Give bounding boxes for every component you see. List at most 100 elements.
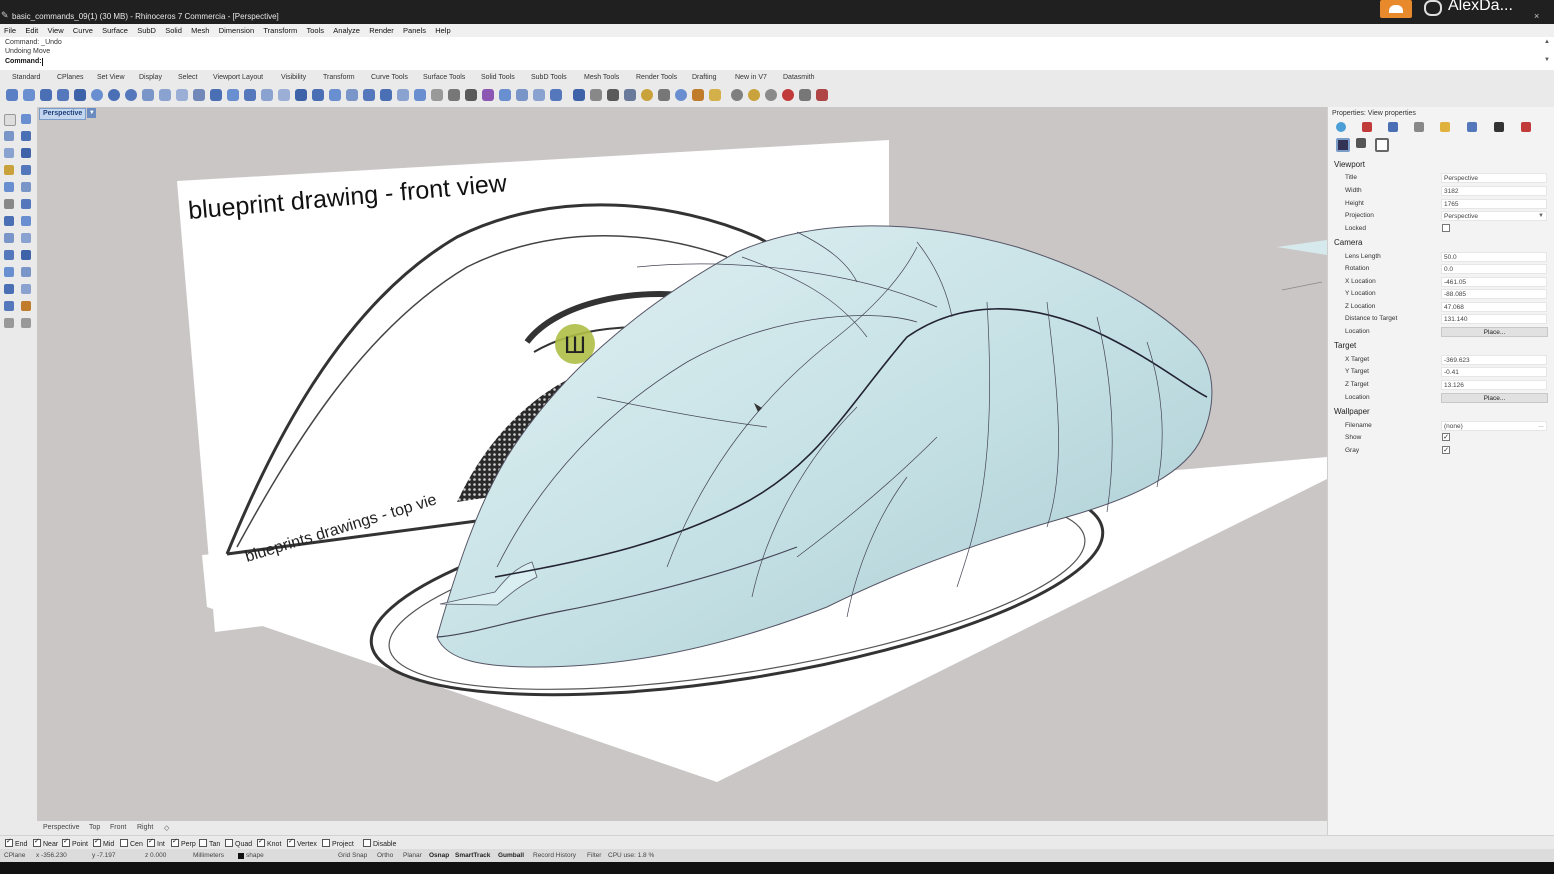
- tab-subd-tools[interactable]: SubD Tools: [531, 74, 567, 81]
- patch-tool-icon[interactable]: [295, 89, 307, 101]
- tab-standard[interactable]: Standard: [12, 74, 40, 81]
- osnap-quad[interactable]: Quad: [225, 839, 252, 848]
- scroll-down-icon[interactable]: ▼: [1544, 57, 1550, 63]
- osnap-knot[interactable]: Knot: [257, 837, 281, 848]
- tab-transform[interactable]: Transform: [323, 74, 355, 81]
- surface-tool-icon[interactable]: [4, 216, 14, 226]
- tab-surface-tools[interactable]: Surface Tools: [423, 74, 465, 81]
- text-tool-icon[interactable]: [4, 250, 14, 260]
- offset-tool-icon[interactable]: [21, 199, 31, 209]
- dimension-tool-icon[interactable]: [550, 89, 562, 101]
- tab-select[interactable]: Select: [178, 74, 197, 81]
- copy-tool-icon[interactable]: [465, 89, 477, 101]
- title-field[interactable]: Perspective: [1441, 173, 1547, 183]
- height-field[interactable]: 1765: [1441, 199, 1547, 209]
- snap-tool-icon[interactable]: [607, 89, 619, 101]
- array-tool-icon[interactable]: [21, 267, 31, 277]
- analyze-tool-icon[interactable]: [624, 89, 636, 101]
- texture-icon[interactable]: [1388, 122, 1398, 132]
- menu-analyze[interactable]: Analyze: [333, 24, 360, 37]
- z-location-field[interactable]: 47.068: [1441, 302, 1547, 312]
- locked-checkbox[interactable]: [1442, 224, 1450, 232]
- show-checkbox[interactable]: ✓: [1442, 433, 1450, 441]
- cone-tool-icon[interactable]: [57, 89, 69, 101]
- render-tool-icon[interactable]: [641, 89, 653, 101]
- osnap-tan[interactable]: Tan: [199, 839, 220, 848]
- menu-solid[interactable]: Solid: [165, 24, 182, 37]
- render-icon[interactable]: [1414, 122, 1424, 132]
- close-icon[interactable]: ×: [1534, 11, 1539, 21]
- menu-render[interactable]: Render: [369, 24, 394, 37]
- tab-perspective[interactable]: Perspective: [43, 824, 80, 831]
- osnap-cen[interactable]: Cen: [120, 839, 143, 848]
- chevron-down-icon[interactable]: ▼: [1538, 212, 1546, 220]
- menu-tools[interactable]: Tools: [307, 24, 325, 37]
- menu-view[interactable]: View: [48, 24, 64, 37]
- chamfer-tool-icon[interactable]: [176, 89, 188, 101]
- tab-new-in-v7[interactable]: New in V7: [735, 74, 767, 81]
- tab-solid-tools[interactable]: Solid Tools: [481, 74, 515, 81]
- gumball-tool-icon[interactable]: [431, 89, 443, 101]
- torus-tool-icon[interactable]: [125, 89, 137, 101]
- point-tool-icon[interactable]: [4, 131, 14, 141]
- osnap-disable[interactable]: Disable: [363, 839, 396, 848]
- polygon-tool-icon[interactable]: [21, 182, 31, 192]
- lens-length-field[interactable]: 50.0: [1441, 252, 1547, 262]
- osnap-end[interactable]: End: [5, 837, 27, 848]
- tab-render-tools[interactable]: Render Tools: [636, 74, 677, 81]
- curve-tool-icon[interactable]: [193, 89, 205, 101]
- rotation-field[interactable]: 0.0: [1441, 264, 1547, 274]
- environment-tool-icon[interactable]: [675, 89, 687, 101]
- line-tool-icon[interactable]: [21, 131, 31, 141]
- filter-toggle[interactable]: Filter: [587, 852, 601, 859]
- dimension-tool-icon[interactable]: [21, 250, 31, 260]
- gumball-toggle[interactable]: Gumball: [498, 852, 524, 859]
- x-target-field[interactable]: -369.623: [1441, 355, 1547, 365]
- tab-right[interactable]: Right: [137, 824, 153, 831]
- distance-to-target-field[interactable]: 131.140: [1441, 314, 1547, 324]
- loft-tool-icon[interactable]: [227, 89, 239, 101]
- menu-surface[interactable]: Surface: [102, 24, 128, 37]
- y-target-field[interactable]: -0.41: [1441, 367, 1547, 377]
- tab-visibility[interactable]: Visibility: [281, 74, 306, 81]
- grid-tool-icon[interactable]: [4, 284, 14, 294]
- projection-select[interactable]: Perspective: [1441, 211, 1547, 221]
- script-tool-icon[interactable]: [799, 89, 811, 101]
- perspective-viewport[interactable]: Ш blueprint drawing - front view bluepri…: [37, 107, 1327, 821]
- options-tool-icon[interactable]: [731, 89, 743, 101]
- settings-tool-icon[interactable]: [765, 89, 777, 101]
- fillet-tool-icon[interactable]: [159, 89, 171, 101]
- osnap-int[interactable]: Int: [147, 837, 165, 848]
- paint-tool-icon[interactable]: [709, 89, 721, 101]
- sweep-tool-icon[interactable]: [244, 89, 256, 101]
- menu-help[interactable]: Help: [435, 24, 450, 37]
- circle-tool-icon[interactable]: [4, 165, 14, 175]
- rectangle-tool-icon[interactable]: [4, 182, 14, 192]
- grid-tool-icon[interactable]: [380, 89, 392, 101]
- osnap-vertex[interactable]: Vertex: [287, 837, 317, 848]
- add-viewport-icon[interactable]: ◇: [164, 824, 169, 832]
- tab-cplanes[interactable]: CPlanes: [57, 74, 83, 81]
- box-tool-icon[interactable]: [23, 89, 35, 101]
- menu-edit[interactable]: Edit: [25, 24, 38, 37]
- menu-subd[interactable]: SubD: [137, 24, 156, 37]
- light-tool-icon[interactable]: [692, 89, 704, 101]
- cplane-label[interactable]: CPlane: [4, 852, 25, 859]
- shell-tool-icon[interactable]: [329, 89, 341, 101]
- rotate-tool-icon[interactable]: [482, 89, 494, 101]
- curve-tool-icon[interactable]: [21, 148, 31, 158]
- solid-tool-icon[interactable]: [142, 89, 154, 101]
- record-history-toggle[interactable]: Record History: [533, 852, 576, 859]
- mesh-tool-icon[interactable]: [21, 233, 31, 243]
- image-icon[interactable]: [1467, 122, 1477, 132]
- join-tool-icon[interactable]: [363, 89, 375, 101]
- tab-front[interactable]: Front: [110, 824, 126, 831]
- extrude-tool-icon[interactable]: [21, 216, 31, 226]
- arc-tool-icon[interactable]: [21, 165, 31, 175]
- cancel-tool-icon[interactable]: [782, 89, 794, 101]
- planar-toggle[interactable]: Planar: [403, 852, 422, 859]
- fillet-curve-icon[interactable]: [4, 199, 14, 209]
- material-tool-icon[interactable]: [658, 89, 670, 101]
- folder-icon[interactable]: [1440, 122, 1450, 132]
- polyline-tool-icon[interactable]: [4, 148, 14, 158]
